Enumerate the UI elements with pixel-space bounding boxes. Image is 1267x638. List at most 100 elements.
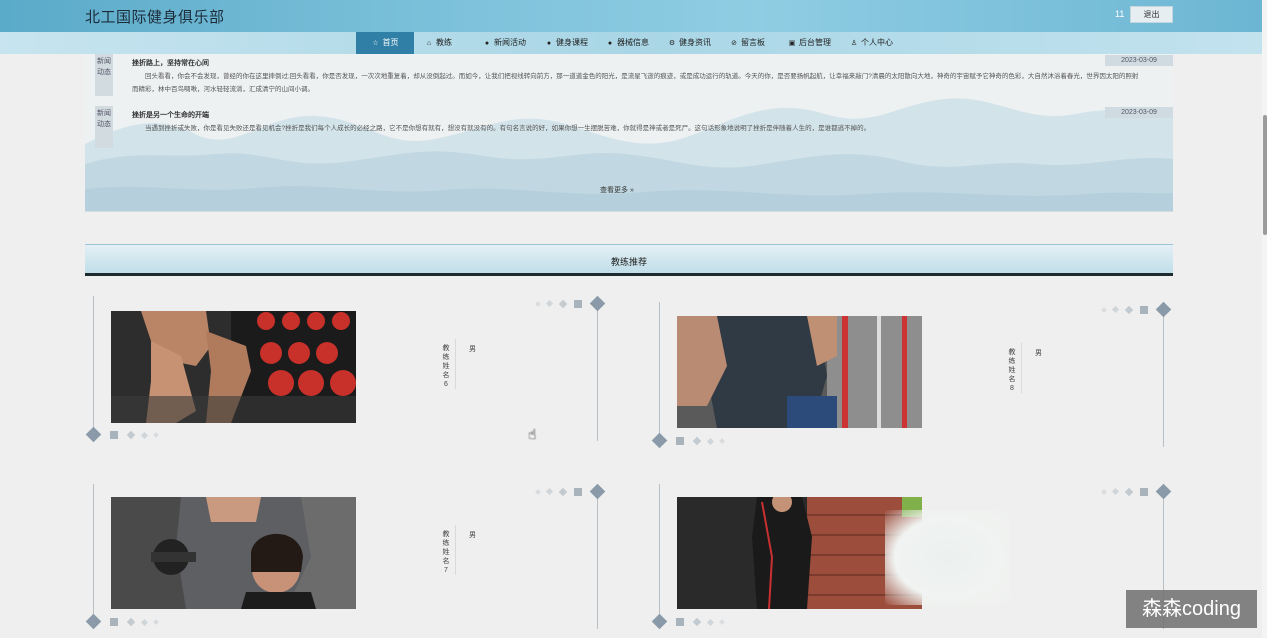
- corner-diamond: [651, 613, 668, 630]
- decor-diamond: [558, 487, 568, 497]
- nav-item-news[interactable]: ● 新闻活动: [483, 32, 526, 54]
- decor-square: [676, 437, 684, 445]
- frame-line: [1163, 310, 1164, 447]
- decor-diamond: [1111, 487, 1120, 496]
- nav-label: 后台管理: [799, 38, 831, 47]
- nav-bar: ☆ 首页 ⌂ 教练 ● 新闻活动 ● 健身课程 ● 器械信息 ⚙ 健身资讯 ⊘ 留言板 ▣ 后台…: [0, 32, 1262, 54]
- news-title[interactable]: 挫折是另一个生命的开端: [132, 110, 209, 120]
- decor-square: [574, 488, 582, 496]
- blur-overlay: [885, 510, 1010, 605]
- corner-diamond: [85, 426, 102, 443]
- info-divider: [1021, 343, 1022, 393]
- decor-diamond: [1124, 487, 1134, 497]
- gear-icon: ⚙: [668, 40, 676, 47]
- nav-label: 留言板: [741, 38, 765, 47]
- coach-gender: 男: [469, 346, 476, 353]
- decor-square: [110, 431, 118, 439]
- section-divider: [85, 273, 1173, 276]
- coach-section-header: 教练推荐: [85, 244, 1173, 274]
- coach-photo-image: [677, 316, 922, 428]
- nav-item-coach[interactable]: ⌂ 教练: [425, 32, 452, 54]
- corner-diamond: [85, 613, 102, 630]
- nav-label: 器械信息: [617, 38, 649, 47]
- coach-photo[interactable]: [111, 497, 356, 609]
- decor-square: [110, 618, 118, 626]
- decor-diamond: [140, 618, 149, 627]
- coach-photo[interactable]: [677, 316, 922, 428]
- decor-square: [1140, 488, 1148, 496]
- corner-diamond: [1155, 301, 1172, 318]
- frame-line: [597, 492, 598, 629]
- decor-diamond: [535, 301, 541, 307]
- info-divider: [455, 525, 456, 575]
- info-icon: ●: [607, 40, 613, 47]
- nav-label: 教练: [436, 38, 452, 47]
- news-text: 当遇到挫折或失败，你是看见失败还是看见机会?挫折是我们每个人成长的必经之路，它不…: [145, 125, 871, 132]
- decor-diamond: [153, 432, 159, 438]
- view-more-link[interactable]: 查看更多 »: [600, 185, 634, 195]
- decor-square: [1140, 306, 1148, 314]
- scrollbar-thumb[interactable]: [1263, 115, 1267, 235]
- nav-item-home[interactable]: ☆ 首页: [356, 32, 414, 54]
- user-icon: ♙: [850, 40, 858, 47]
- news-date: 2023-03-09: [1105, 107, 1173, 118]
- coach-card[interactable]: 教练姓名6 男: [85, 295, 606, 443]
- nav-item-admin[interactable]: ▣ 后台管理: [788, 32, 831, 54]
- corner-diamond: [589, 483, 606, 500]
- decor-diamond: [719, 619, 725, 625]
- nav-label: 首页: [382, 38, 399, 47]
- check-circle-icon: ⊘: [731, 40, 737, 47]
- nav-item-profile[interactable]: ♙ 个人中心: [850, 32, 893, 54]
- coach-gender: 男: [1035, 350, 1042, 357]
- news-title[interactable]: 挫折路上，坚持常在心间: [132, 58, 209, 68]
- site-title: 北工国际健身俱乐部: [85, 9, 225, 26]
- scrollbar-track[interactable]: [1262, 0, 1267, 638]
- nav-label: 新闻活动: [494, 38, 526, 47]
- bag-icon: ⌂: [426, 40, 432, 47]
- nav-item-message-board[interactable]: ⊘ 留言板: [730, 32, 765, 54]
- decor-diamond: [1124, 305, 1134, 315]
- news-tag: 新闻动态: [95, 106, 113, 148]
- nav-item-courses[interactable]: ● 健身课程: [545, 32, 588, 54]
- logout-button[interactable]: 退出: [1130, 6, 1173, 23]
- watermark: 森森coding: [1126, 590, 1257, 628]
- corner-diamond: [651, 432, 668, 449]
- decor-diamond: [719, 438, 725, 444]
- star-icon: ☆: [372, 40, 379, 47]
- nav-item-fitness-info[interactable]: ⚙ 健身资讯: [668, 32, 711, 54]
- decor-diamond: [558, 299, 568, 309]
- header-bar: 北工国际健身俱乐部 11 退出: [0, 0, 1262, 32]
- info-divider: [455, 339, 456, 389]
- nav-label: 健身课程: [556, 38, 588, 47]
- decor-square: [676, 618, 684, 626]
- user-number: 11: [1115, 9, 1125, 19]
- decor-diamond: [126, 430, 136, 440]
- coach-section-title: 教练推荐: [610, 257, 647, 267]
- decor-diamond: [706, 437, 715, 446]
- hand-cursor-icon: ☝: [528, 426, 537, 442]
- coach-name: 教练姓名8: [1008, 349, 1016, 392]
- news-section: 新闻动态 挫折路上，坚持常在心间 2023-03-09 回头看看，你会不会发现，…: [85, 54, 1173, 212]
- coach-gender: 男: [469, 532, 476, 539]
- decor-diamond: [140, 431, 149, 440]
- frame-line: [93, 296, 94, 431]
- decor-diamond: [1101, 307, 1107, 313]
- coach-name: 教练姓名6: [442, 345, 450, 388]
- calendar-icon: ▣: [788, 40, 796, 47]
- nav-label: 健身资讯: [679, 38, 711, 47]
- coach-card[interactable]: 教练姓名7 男: [85, 483, 606, 630]
- nav-item-equipment[interactable]: ● 器械信息: [606, 32, 649, 54]
- coach-photo[interactable]: [111, 311, 356, 423]
- nav-label: 个人中心: [861, 38, 893, 47]
- corner-diamond: [1155, 483, 1172, 500]
- decor-diamond: [1111, 305, 1120, 314]
- corner-diamond: [589, 295, 606, 312]
- coach-photo-image: [111, 497, 356, 609]
- coach-card[interactable]: 教练姓名8 男: [651, 301, 1172, 449]
- decor-diamond: [126, 617, 136, 627]
- decor-diamond: [706, 618, 715, 627]
- decor-square: [574, 300, 582, 308]
- decor-diamond: [545, 299, 554, 308]
- frame-line: [659, 484, 660, 619]
- decor-diamond: [692, 617, 702, 627]
